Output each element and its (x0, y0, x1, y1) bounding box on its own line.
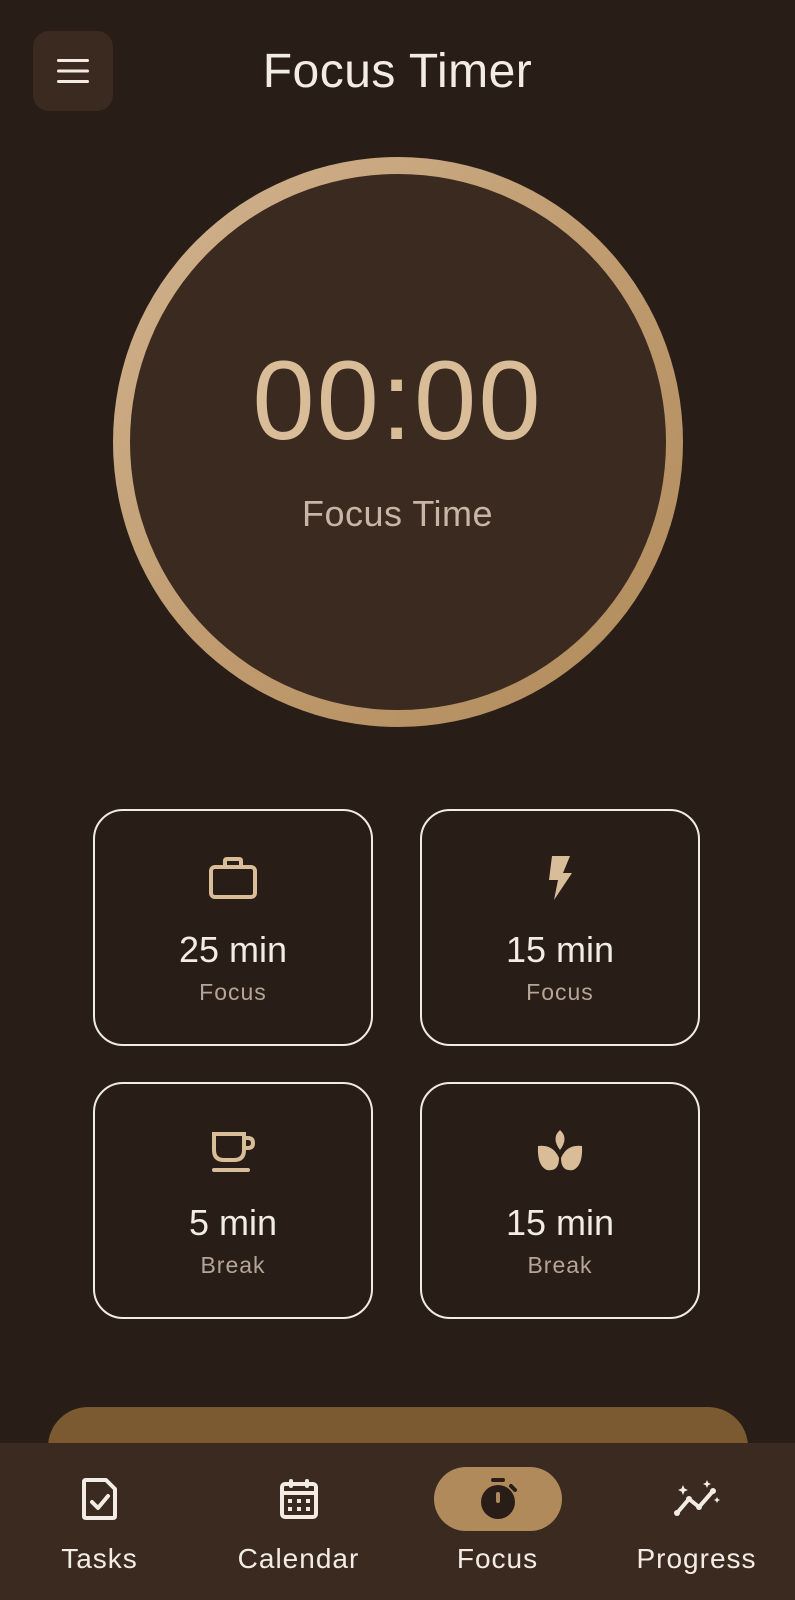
preset-card-focus-15[interactable]: 15 min Focus (420, 809, 700, 1046)
preset-card-break-5[interactable]: 5 min Break (93, 1082, 373, 1319)
nav-label: Calendar (237, 1543, 360, 1574)
calendar-icon (279, 1479, 318, 1519)
coffee-cup-icon (95, 1126, 371, 1176)
lotus-icon (422, 1126, 698, 1176)
preset-card-break-15[interactable]: 15 min Break (420, 1082, 700, 1319)
preset-duration: 5 min (188, 1202, 278, 1243)
timer-mode-label: Focus Time (301, 493, 494, 534)
progress-chart-icon (673, 1480, 720, 1516)
preset-duration: 15 min (505, 1202, 615, 1243)
focus-timer-screen: Focus Timer 00:00 Focus Time 25 min Focu… (0, 0, 795, 1600)
preset-type: Break (200, 1252, 266, 1278)
bolt-icon (422, 853, 698, 903)
nav-label: Progress (636, 1543, 757, 1574)
briefcase-icon (95, 853, 371, 903)
nav-item-focus[interactable]: Focus (398, 1443, 597, 1600)
nav-item-calendar[interactable]: Calendar (199, 1443, 398, 1600)
nav-item-progress[interactable]: Progress (597, 1443, 795, 1600)
bottom-navigation: Tasks Calendar Focus Progress (0, 1443, 795, 1600)
timer-display: 00:00 (252, 338, 543, 463)
nav-label: Tasks (61, 1543, 138, 1574)
preset-type: Focus (199, 979, 267, 1005)
nav-label: Focus (456, 1543, 539, 1574)
page-title: Focus Timer (262, 45, 533, 98)
nav-item-tasks[interactable]: Tasks (0, 1443, 199, 1600)
preset-card-focus-25[interactable]: 25 min Focus (93, 809, 373, 1046)
preset-type: Break (527, 1252, 593, 1278)
task-doc-icon (81, 1478, 117, 1520)
nav-active-indicator (433, 1467, 562, 1531)
preset-duration: 15 min (505, 929, 615, 970)
stopwatch-icon (480, 1478, 517, 1519)
preset-type: Focus (526, 979, 594, 1005)
preset-duration: 25 min (178, 929, 288, 970)
